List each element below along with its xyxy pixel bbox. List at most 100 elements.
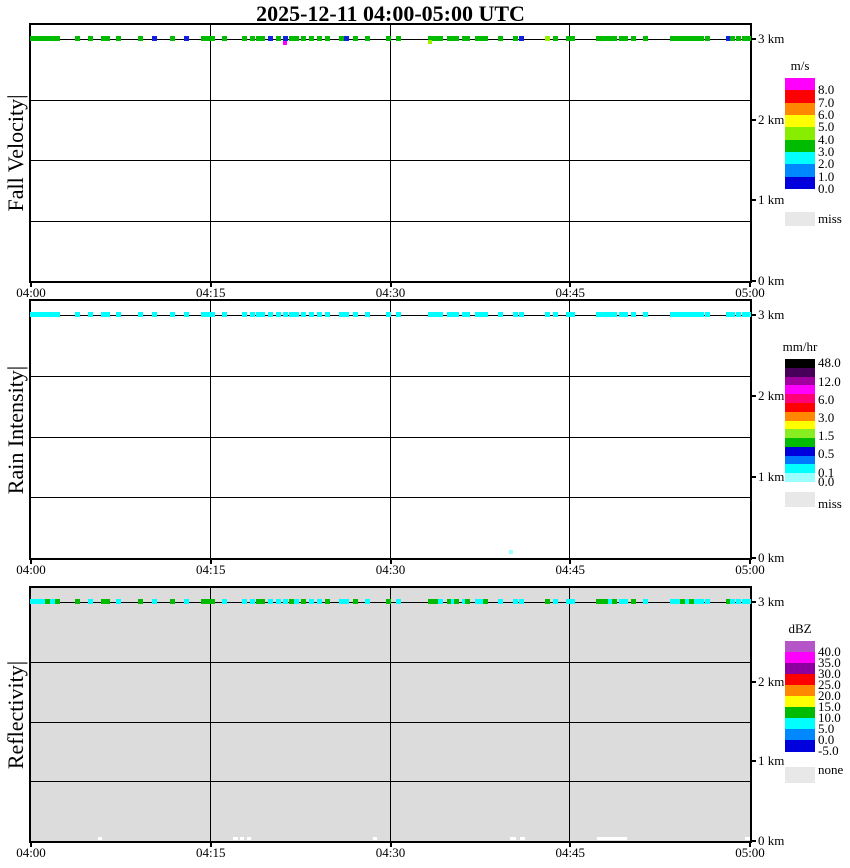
- data-dot: [75, 599, 80, 604]
- height-axis-label: 2 km: [758, 112, 784, 128]
- data-dot: [483, 312, 488, 317]
- data-dot: [353, 599, 358, 604]
- data-dot-extra: [283, 41, 287, 45]
- data-dot: [730, 599, 735, 604]
- data-dot: [152, 599, 157, 604]
- data-dot: [545, 36, 550, 41]
- data-dot: [643, 312, 648, 317]
- data-dot: [222, 312, 227, 317]
- data-dot: [309, 599, 314, 604]
- data-dot: [268, 36, 273, 41]
- data-dot: [483, 599, 488, 604]
- gridline-vertical: [390, 25, 391, 281]
- data-dot-extra: [509, 550, 513, 554]
- colorbar-label: 6.0: [818, 392, 834, 408]
- colorbar-segment: [785, 152, 815, 165]
- height-axis-label: 2 km: [758, 674, 784, 690]
- data-dot: [276, 599, 281, 604]
- data-dot: [210, 312, 215, 317]
- data-dot: [344, 599, 349, 604]
- data-dot: [386, 36, 391, 41]
- data-dot: [344, 36, 349, 41]
- data-dot: [519, 36, 524, 41]
- data-dot: [438, 36, 443, 41]
- data-dot: [294, 36, 299, 41]
- height-axis-label: 3 km: [758, 307, 784, 323]
- data-dot: [746, 36, 751, 41]
- missing-data-mark: [520, 837, 525, 840]
- data-dot: [553, 312, 558, 317]
- colorbar-segment: [785, 164, 815, 177]
- data-dot: [438, 599, 443, 604]
- colorbar-segment: [785, 740, 815, 752]
- data-dot: [184, 36, 189, 41]
- height-axis-tick: [750, 199, 756, 201]
- time-axis-label: 04:30: [376, 845, 406, 861]
- missing-data-mark: [247, 837, 251, 840]
- data-dot: [465, 312, 470, 317]
- data-dot: [105, 36, 110, 41]
- data-dot: [260, 312, 265, 317]
- colorbar-segment: [785, 103, 815, 116]
- data-dot: [454, 312, 459, 317]
- data-dot: [454, 599, 459, 604]
- gridline-horizontal: [31, 781, 750, 782]
- height-axis-tick: [750, 681, 756, 683]
- height-axis-tick: [750, 840, 756, 842]
- data-dot: [545, 599, 550, 604]
- mrr-quicklook-figure: 2025-12-11 04:00-05:00 UTC 3 km2 km1 km0…: [0, 0, 850, 868]
- colorbar-missing-swatch: [785, 767, 815, 783]
- data-dot: [88, 36, 93, 41]
- data-dot: [222, 36, 227, 41]
- data-dot: [498, 599, 503, 604]
- data-dot: [498, 312, 503, 317]
- gridline-horizontal: [31, 722, 750, 723]
- data-dot: [519, 599, 524, 604]
- data-dot: [699, 312, 704, 317]
- colorbar-segment: [785, 473, 815, 482]
- data-dot: [612, 599, 617, 604]
- data-dot: [570, 599, 575, 604]
- data-dot: [396, 312, 401, 317]
- data-dot: [294, 312, 299, 317]
- colorbar-title-mmhr: mm/hr: [770, 339, 830, 355]
- data-dot: [519, 312, 524, 317]
- height-axis-label: 1 km: [758, 753, 784, 769]
- colorbar-segment: [785, 674, 815, 686]
- data-dot: [55, 599, 60, 604]
- data-dot: [250, 312, 255, 317]
- time-axis-label: 05:00: [735, 562, 765, 578]
- data-dot: [210, 36, 215, 41]
- colorbar-title-ms: m/s: [770, 58, 830, 74]
- data-dot: [699, 599, 704, 604]
- data-dot: [88, 312, 93, 317]
- data-dot: [250, 599, 255, 604]
- gridline-horizontal: [31, 437, 750, 438]
- data-dot: [570, 312, 575, 317]
- data-dot: [276, 312, 281, 317]
- gridline-vertical: [210, 588, 211, 841]
- data-dot: [260, 36, 265, 41]
- data-dot: [705, 312, 710, 317]
- colorbar-segment: [785, 78, 815, 91]
- data-dot: [301, 36, 306, 41]
- gridline-vertical: [210, 25, 211, 281]
- gridline-horizontal: [31, 100, 750, 101]
- data-dot: [570, 36, 575, 41]
- data-dot: [325, 312, 330, 317]
- missing-data-mark: [597, 837, 627, 840]
- gridline-vertical: [390, 588, 391, 841]
- data-dot: [386, 599, 391, 604]
- data-dot: [736, 312, 741, 317]
- data-dot: [138, 36, 143, 41]
- data-dot: [736, 599, 741, 604]
- colorbar-segment: [785, 707, 815, 719]
- data-dot: [105, 312, 110, 317]
- data-dot: [170, 36, 175, 41]
- data-dot: [736, 36, 741, 41]
- data-dot: [545, 312, 550, 317]
- height-axis-label: 1 km: [758, 192, 784, 208]
- data-dot: [344, 312, 349, 317]
- data-dot: [623, 312, 628, 317]
- data-dot-extra: [428, 40, 432, 44]
